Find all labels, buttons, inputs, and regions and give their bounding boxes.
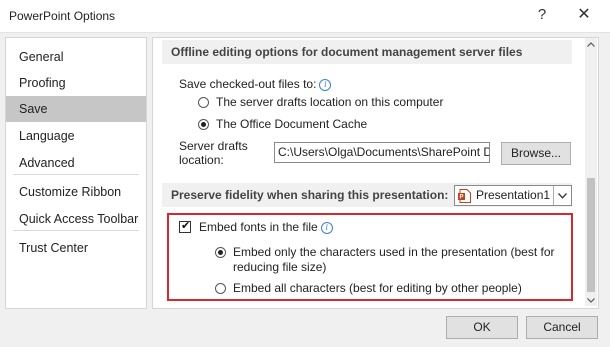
- embed-fonts-text: Embed fonts in the file: [199, 220, 318, 234]
- save-checked-out-text: Save checked-out files to:: [179, 77, 317, 91]
- sidebar-divider: [13, 174, 139, 175]
- sidebar-item-language[interactable]: Language: [6, 123, 146, 149]
- embed-only-used-label-line2[interactable]: reducing file size): [233, 260, 326, 274]
- sidebar-item-trust-center[interactable]: Trust Center: [6, 235, 146, 261]
- options-sidebar: General Proofing Save Language Advanced …: [5, 37, 147, 309]
- office-cache-option-label[interactable]: The Office Document Cache: [216, 117, 367, 131]
- ok-button[interactable]: OK: [446, 316, 518, 339]
- office-cache-radio[interactable]: [198, 119, 209, 130]
- scrollbar-thumb[interactable]: [587, 178, 595, 292]
- help-icon: ?: [537, 5, 547, 23]
- server-drafts-radio[interactable]: [198, 97, 209, 108]
- presentation-select[interactable]: P Presentation1: [454, 185, 572, 206]
- offline-editing-heading: Offline editing options for document man…: [162, 40, 572, 64]
- embed-only-used-label-line1[interactable]: Embed only the characters used in the pr…: [233, 245, 555, 259]
- embed-fonts-checkbox[interactable]: ✔: [179, 220, 191, 233]
- cancel-button[interactable]: Cancel: [526, 316, 598, 339]
- browse-button[interactable]: Browse...: [501, 142, 571, 165]
- sidebar-item-proofing[interactable]: Proofing: [6, 70, 146, 96]
- server-drafts-location-label-line1: Server drafts: [179, 139, 248, 153]
- save-options-panel: Offline editing options for document man…: [152, 37, 599, 309]
- sidebar-item-advanced[interactable]: Advanced: [6, 150, 146, 176]
- help-button[interactable]: ?: [528, 2, 556, 26]
- embed-all-label[interactable]: Embed all characters (best for editing b…: [233, 281, 522, 295]
- info-icon: i: [319, 79, 332, 91]
- sidebar-divider: [13, 230, 139, 231]
- window-title: PowerPoint Options: [9, 9, 116, 23]
- server-drafts-option-label[interactable]: The server drafts location on this compu…: [216, 95, 443, 109]
- scroll-up-icon[interactable]: [585, 38, 597, 50]
- embed-fonts-label[interactable]: Embed fonts in the file i: [199, 220, 333, 234]
- info-icon: i: [320, 222, 333, 234]
- save-checked-out-label: Save checked-out files to: i: [179, 77, 332, 91]
- chevron-down-icon[interactable]: [553, 186, 571, 205]
- server-drafts-location-input[interactable]: C:\Users\Olga\Documents\SharePoint Draft…: [274, 142, 490, 163]
- vertical-scrollbar[interactable]: [585, 38, 597, 306]
- svg-text:P: P: [459, 195, 463, 201]
- close-button[interactable]: ✕: [570, 2, 598, 26]
- sidebar-item-general[interactable]: General: [6, 44, 146, 70]
- close-icon: ✕: [577, 6, 591, 23]
- powerpoint-file-icon: P: [458, 189, 471, 203]
- sidebar-item-quick-access-toolbar[interactable]: Quick Access Toolbar: [6, 206, 146, 232]
- sidebar-item-save[interactable]: Save: [6, 96, 146, 122]
- server-drafts-location-label-line2: location:: [179, 153, 224, 167]
- embed-only-used-radio[interactable]: [215, 247, 226, 258]
- sidebar-item-customize-ribbon[interactable]: Customize Ribbon: [6, 179, 146, 205]
- presentation-select-value: Presentation1: [476, 188, 551, 202]
- title-bar: PowerPoint Options ? ✕: [0, 0, 610, 32]
- dialog-body: General Proofing Save Language Advanced …: [0, 32, 610, 347]
- embed-all-radio[interactable]: [215, 283, 226, 294]
- scroll-down-icon[interactable]: [585, 294, 597, 306]
- checkmark-icon: ✔: [181, 220, 191, 232]
